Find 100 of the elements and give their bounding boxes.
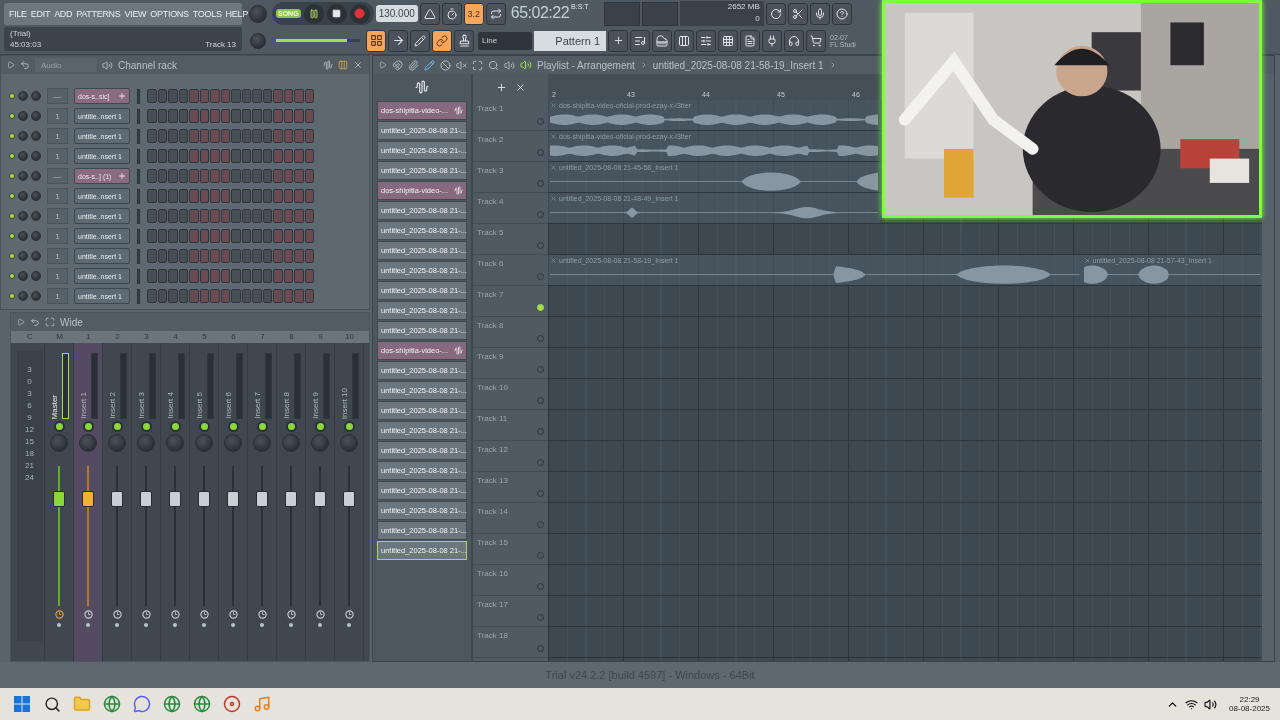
step-button[interactable] — [220, 89, 230, 103]
step-button[interactable] — [189, 189, 199, 203]
channel-select-bar[interactable] — [137, 208, 140, 224]
step-button[interactable] — [210, 149, 220, 163]
step-button[interactable] — [273, 189, 283, 203]
step-button[interactable] — [231, 249, 241, 263]
step-button[interactable] — [283, 289, 293, 303]
pause-button[interactable] — [303, 3, 324, 24]
channel-led[interactable] — [9, 233, 15, 239]
step-button[interactable] — [147, 109, 157, 123]
step-button[interactable] — [210, 169, 220, 183]
step-button[interactable] — [168, 249, 178, 263]
snap-selector[interactable]: Line — [478, 31, 532, 50]
step-button[interactable] — [220, 109, 230, 123]
add-pattern-button[interactable] — [608, 29, 628, 52]
step-button[interactable] — [283, 229, 293, 243]
mixer-route-field[interactable]: 1 — [47, 108, 68, 124]
step-button[interactable] — [273, 89, 283, 103]
mute-led[interactable] — [287, 423, 295, 430]
step-button[interactable] — [231, 209, 241, 223]
step-button[interactable] — [199, 149, 209, 163]
fader-thumb[interactable] — [227, 490, 239, 507]
step-button[interactable] — [294, 129, 304, 143]
step-button[interactable] — [294, 229, 304, 243]
step-button[interactable] — [157, 149, 167, 163]
step-button[interactable] — [199, 289, 209, 303]
fader-thumb[interactable] — [343, 490, 355, 507]
step-button[interactable] — [294, 109, 304, 123]
step-button[interactable] — [294, 189, 304, 203]
step-button[interactable] — [210, 269, 220, 283]
piano-roll-button[interactable] — [652, 29, 672, 52]
channel-led[interactable] — [9, 193, 15, 199]
undo-button[interactable] — [765, 2, 786, 25]
step-button[interactable] — [294, 289, 304, 303]
add-track-icon[interactable] — [495, 81, 507, 93]
step-button[interactable] — [294, 249, 304, 263]
step-button[interactable] — [231, 229, 241, 243]
step-button[interactable] — [273, 289, 283, 303]
step-button[interactable] — [304, 249, 314, 263]
step-button[interactable] — [231, 89, 241, 103]
mixer-route-field[interactable]: 1 — [47, 268, 68, 284]
step-button[interactable] — [178, 229, 188, 243]
step-button[interactable] — [252, 129, 262, 143]
step-button[interactable] — [273, 129, 283, 143]
cut-button[interactable] — [787, 2, 808, 25]
step-button[interactable] — [304, 189, 314, 203]
fader-thumb[interactable] — [82, 490, 94, 507]
step-button[interactable] — [189, 289, 199, 303]
fader-thumb[interactable] — [198, 490, 210, 507]
step-button[interactable] — [262, 269, 272, 283]
step-button[interactable] — [294, 149, 304, 163]
channel-select-bar[interactable] — [137, 108, 140, 124]
step-button[interactable] — [262, 89, 272, 103]
speaker-icon[interactable] — [1204, 697, 1218, 711]
step-button[interactable] — [210, 109, 220, 123]
step-button[interactable] — [210, 209, 220, 223]
step-button[interactable] — [199, 249, 209, 263]
step-button[interactable] — [157, 229, 167, 243]
step-button[interactable] — [189, 149, 199, 163]
step-button[interactable] — [252, 289, 262, 303]
close-icon[interactable] — [353, 60, 363, 70]
step-button[interactable] — [168, 89, 178, 103]
step-button[interactable] — [220, 209, 230, 223]
mixer-strip[interactable]: Insert 10 — [335, 343, 364, 661]
mixer-route-field[interactable]: 1 — [47, 288, 68, 304]
mixer-strip[interactable]: Insert 4 — [161, 343, 190, 661]
step-button[interactable] — [178, 129, 188, 143]
step-button[interactable] — [157, 269, 167, 283]
tempo-display[interactable]: 130.000 — [375, 5, 418, 22]
step-button[interactable] — [168, 209, 178, 223]
step-button[interactable] — [231, 149, 241, 163]
step-button[interactable] — [178, 89, 188, 103]
step-button[interactable] — [147, 89, 157, 103]
step-button[interactable] — [178, 189, 188, 203]
step-button[interactable] — [199, 169, 209, 183]
step-button[interactable] — [273, 249, 283, 263]
playlist-tool-button[interactable] — [366, 29, 386, 52]
fader-thumb[interactable] — [169, 490, 181, 507]
step-button[interactable] — [178, 249, 188, 263]
step-button[interactable] — [199, 229, 209, 243]
mixer-route-field[interactable]: 1 — [47, 228, 68, 244]
step-button[interactable] — [273, 169, 283, 183]
plugin-button[interactable] — [762, 29, 782, 52]
channel-select-bar[interactable] — [137, 228, 140, 244]
step-button[interactable] — [157, 89, 167, 103]
step-button[interactable] — [189, 269, 199, 283]
step-button[interactable] — [283, 189, 293, 203]
step-button[interactable] — [304, 169, 314, 183]
help-button[interactable] — [831, 2, 852, 25]
step-button[interactable] — [241, 149, 251, 163]
step-button[interactable] — [168, 109, 178, 123]
step-button[interactable] — [199, 129, 209, 143]
step-button[interactable] — [252, 229, 262, 243]
menu-item[interactable]: VIEW — [124, 9, 147, 19]
step-button[interactable] — [168, 149, 178, 163]
fader-thumb[interactable] — [314, 490, 326, 507]
step-button[interactable] — [220, 249, 230, 263]
filter-dropdown[interactable]: Audio — [35, 58, 97, 72]
step-button[interactable] — [304, 209, 314, 223]
step-button[interactable] — [168, 169, 178, 183]
